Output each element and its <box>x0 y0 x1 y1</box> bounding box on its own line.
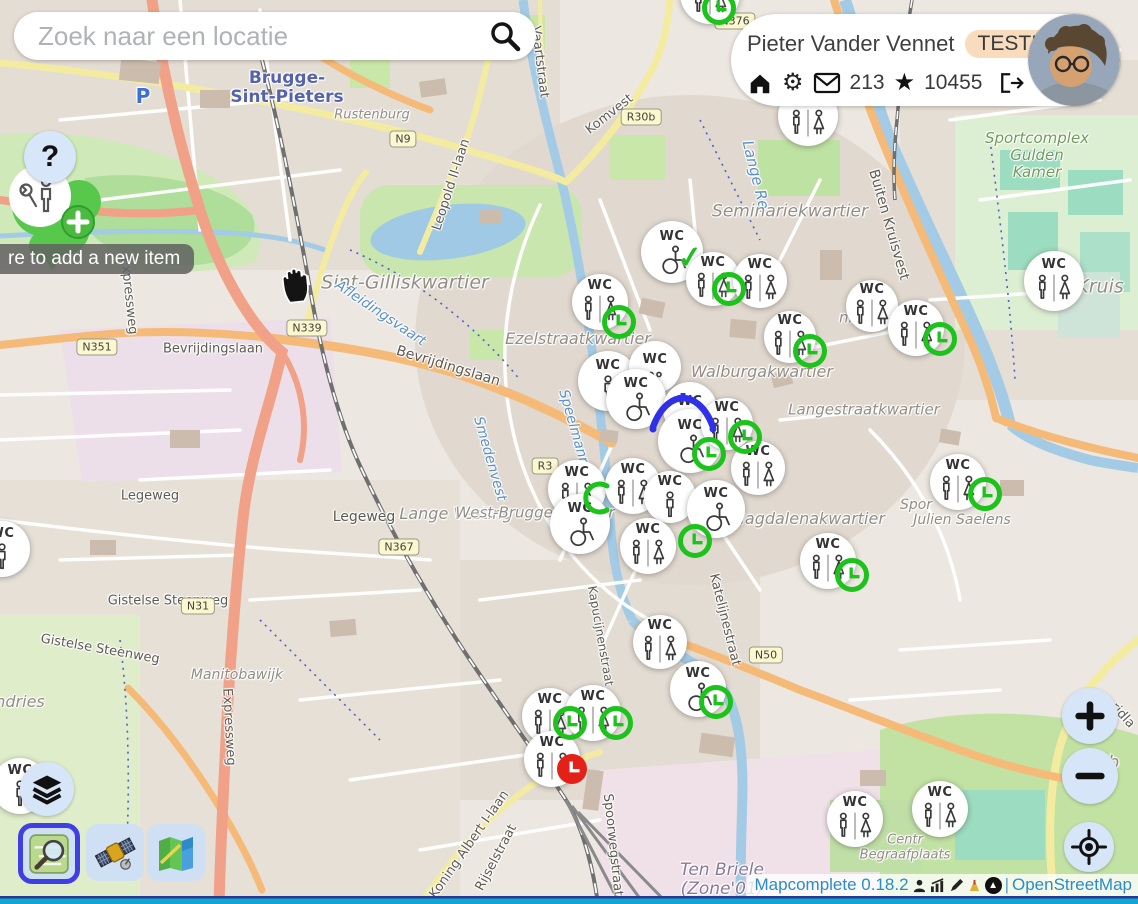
wc-label: WC <box>0 527 14 540</box>
poi-marker-pair[interactable]: WC <box>701 398 753 450</box>
wc-label: WC <box>565 466 590 479</box>
poi-marker-pair[interactable]: WC <box>572 274 628 330</box>
poi-marker-pair[interactable]: WC <box>620 518 676 574</box>
map-markers-layer: WC WC WC WC WC WC WC WC WC WC WC WC WC WC WC WC WC WC WC WC… <box>0 0 1138 904</box>
wc-label: WC <box>928 786 953 799</box>
message-count: 213 <box>850 71 885 95</box>
wc-label: WC <box>658 475 683 488</box>
wc-label: WC <box>621 463 646 476</box>
wc-label: WC <box>746 445 771 458</box>
osm-carto-icon <box>29 834 69 874</box>
poi-marker-person[interactable]: WC <box>0 521 30 577</box>
wc-label: WC <box>715 401 740 414</box>
poi-marker-pair[interactable]: WC <box>524 731 580 787</box>
wc-label: WC <box>704 487 729 500</box>
wc-label: WC <box>701 256 726 269</box>
wc-label: WC <box>540 736 565 749</box>
geolocate-button[interactable] <box>1064 822 1114 872</box>
crosshair-icon <box>1071 829 1107 865</box>
map-style-raster-button[interactable] <box>147 824 205 881</box>
wc-label: WC <box>568 502 593 515</box>
openstreetmap-link[interactable]: OpenStreetMap <box>1012 875 1132 895</box>
zoom-out-button[interactable] <box>1062 748 1118 804</box>
wc-label: WC <box>1042 258 1067 271</box>
minus-icon <box>1073 759 1107 793</box>
edit-pencil-icon[interactable] <box>949 878 964 893</box>
poi-marker-pair[interactable]: WC <box>827 791 883 847</box>
layers-icon <box>28 771 66 807</box>
attribution-bar: Mapcomplete 0.18.2 ▲ | OpenStreetMap <box>747 874 1138 896</box>
attribution-separator: | <box>1005 875 1009 895</box>
wc-label: WC <box>816 538 841 551</box>
hand-cursor-icon <box>276 262 315 310</box>
poi-marker-pair[interactable]: WC <box>686 252 740 306</box>
wc-label: WC <box>686 667 711 680</box>
poi-marker-pair[interactable]: WC <box>764 311 816 363</box>
poi-marker-pair[interactable]: WC <box>731 441 785 495</box>
poi-marker-pair[interactable]: WC <box>680 0 740 24</box>
contributors-icon[interactable] <box>912 878 927 893</box>
poi-marker-pair[interactable]: WC <box>800 533 856 589</box>
user-panel: Pieter Vander Vennet TESTING ⚙ 213 ★ 104… <box>731 14 1120 106</box>
wc-label: WC <box>678 395 703 408</box>
layers-button[interactable] <box>20 762 74 816</box>
world-map-icon <box>155 833 197 873</box>
wc-label: WC <box>648 619 673 632</box>
poi-marker-pair[interactable]: WC <box>733 254 787 308</box>
poi-marker-wheelchair[interactable]: WC <box>687 480 745 538</box>
wc-label: WC <box>946 459 971 472</box>
poi-marker-pair[interactable]: WC <box>633 615 687 669</box>
wc-label: WC <box>643 353 668 366</box>
bottom-edge-bar <box>0 896 1138 904</box>
zoom-in-button[interactable] <box>1062 688 1118 744</box>
star-icon: ★ <box>894 71 916 95</box>
mapcomplete-app: Brugge- Sint-PietersRustenburgPVaartstra… <box>0 0 1138 904</box>
wc-label: WC <box>778 314 803 327</box>
poi-marker-wheelchair[interactable]: WC <box>670 661 726 717</box>
poi-marker-pair[interactable]: WC <box>912 781 968 837</box>
wc-label: WC <box>843 796 868 809</box>
app-version-link[interactable]: Mapcomplete 0.18.2 <box>755 875 909 895</box>
map-style-carto-button[interactable] <box>18 823 80 884</box>
satellite-icon <box>94 833 136 873</box>
logout-icon[interactable] <box>997 70 1025 96</box>
wc-label: WC <box>581 690 606 703</box>
wc-label: WC <box>860 283 885 296</box>
wc-label: WC <box>678 419 703 432</box>
search-icon[interactable] <box>488 19 522 53</box>
avatar[interactable] <box>1028 14 1120 106</box>
osm-community-icon[interactable] <box>967 878 982 893</box>
poi-marker-pair[interactable]: WC <box>930 454 986 510</box>
statistics-icon[interactable] <box>930 878 946 893</box>
search-bar <box>14 12 536 60</box>
settings-gear-icon[interactable]: ⚙ <box>782 71 804 95</box>
plus-icon <box>1073 699 1107 733</box>
wc-label: WC <box>596 359 621 372</box>
license-icon[interactable]: ▲ <box>985 877 1002 894</box>
poi-marker-wheelchair[interactable]: WC <box>550 494 610 554</box>
add-item-tooltip: re to add a new item <box>0 244 194 274</box>
poi-marker-wheelchair[interactable]: WC <box>606 369 666 429</box>
user-name: Pieter Vander Vennet <box>747 31 955 57</box>
wc-label: WC <box>588 279 613 292</box>
map-style-satellite-button[interactable] <box>86 824 144 881</box>
home-icon[interactable] <box>747 70 773 96</box>
wc-label: WC <box>660 230 685 243</box>
star-count: 10455 <box>924 71 982 95</box>
wc-label: WC <box>636 523 661 536</box>
search-input[interactable] <box>36 20 488 53</box>
wc-label: WC <box>904 305 929 318</box>
poi-marker-pair[interactable]: WC <box>888 300 944 356</box>
messages-icon[interactable] <box>813 72 841 94</box>
poi-marker-pair[interactable]: WC <box>565 685 621 741</box>
wc-label: WC <box>538 693 563 706</box>
wc-label: WC <box>748 258 773 271</box>
help-button[interactable]: ? <box>24 131 76 183</box>
poi-marker-pair[interactable]: WC <box>1024 251 1084 311</box>
wc-label: WC <box>624 377 649 390</box>
